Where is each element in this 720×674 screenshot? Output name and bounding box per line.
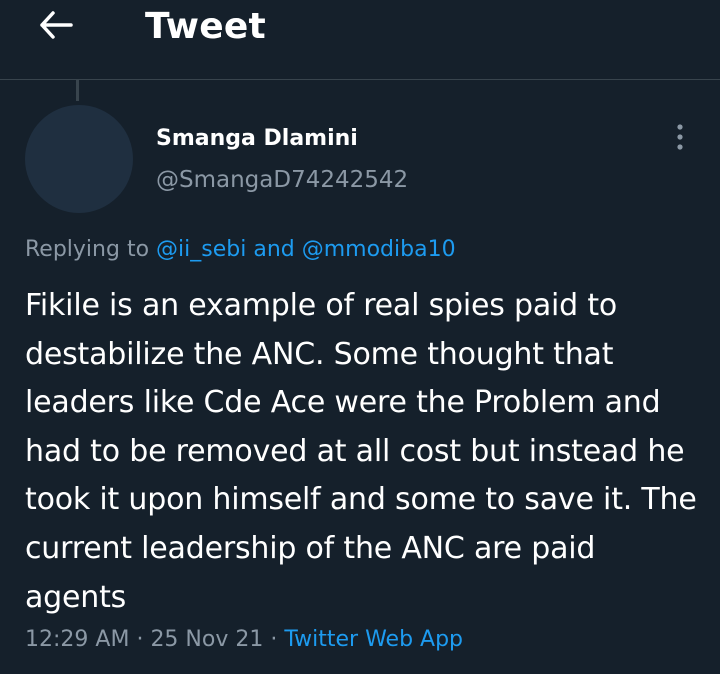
tweet-metadata: 12:29 AM · 25 Nov 21 · Twitter Web App <box>25 623 463 657</box>
more-options-button[interactable] <box>664 122 696 156</box>
author-handle[interactable]: @SmangaD74242542 <box>156 164 408 196</box>
meta-separator: · <box>270 627 278 652</box>
avatar[interactable] <box>25 105 133 213</box>
replying-to-label: Replying to <box>25 237 150 262</box>
author-display-name[interactable]: Smanga Dlamini <box>156 124 358 154</box>
tweet-source-link[interactable]: Twitter Web App <box>284 627 463 652</box>
mention-link-ii-sebi[interactable]: @ii_sebi <box>156 237 246 262</box>
top-app-bar: Tweet <box>0 0 720 80</box>
tweet-time[interactable]: 12:29 AM <box>25 627 129 652</box>
back-button[interactable] <box>30 10 82 44</box>
more-vertical-icon <box>676 123 684 155</box>
thread-connector-line <box>76 80 79 101</box>
meta-separator: · <box>136 627 144 652</box>
tweet-body-text: Fikile is an example of real spies paid … <box>25 288 697 615</box>
arrow-left-icon <box>39 11 73 43</box>
page-title: Tweet <box>145 6 266 47</box>
tweet-date[interactable]: 25 Nov 21 <box>150 627 263 652</box>
replying-to-line: Replying to @ii_sebi and @mmodiba10 <box>25 234 456 266</box>
replying-conjunction[interactable]: and <box>253 237 294 262</box>
mention-link-mmodiba10[interactable]: @mmodiba10 <box>302 237 456 262</box>
